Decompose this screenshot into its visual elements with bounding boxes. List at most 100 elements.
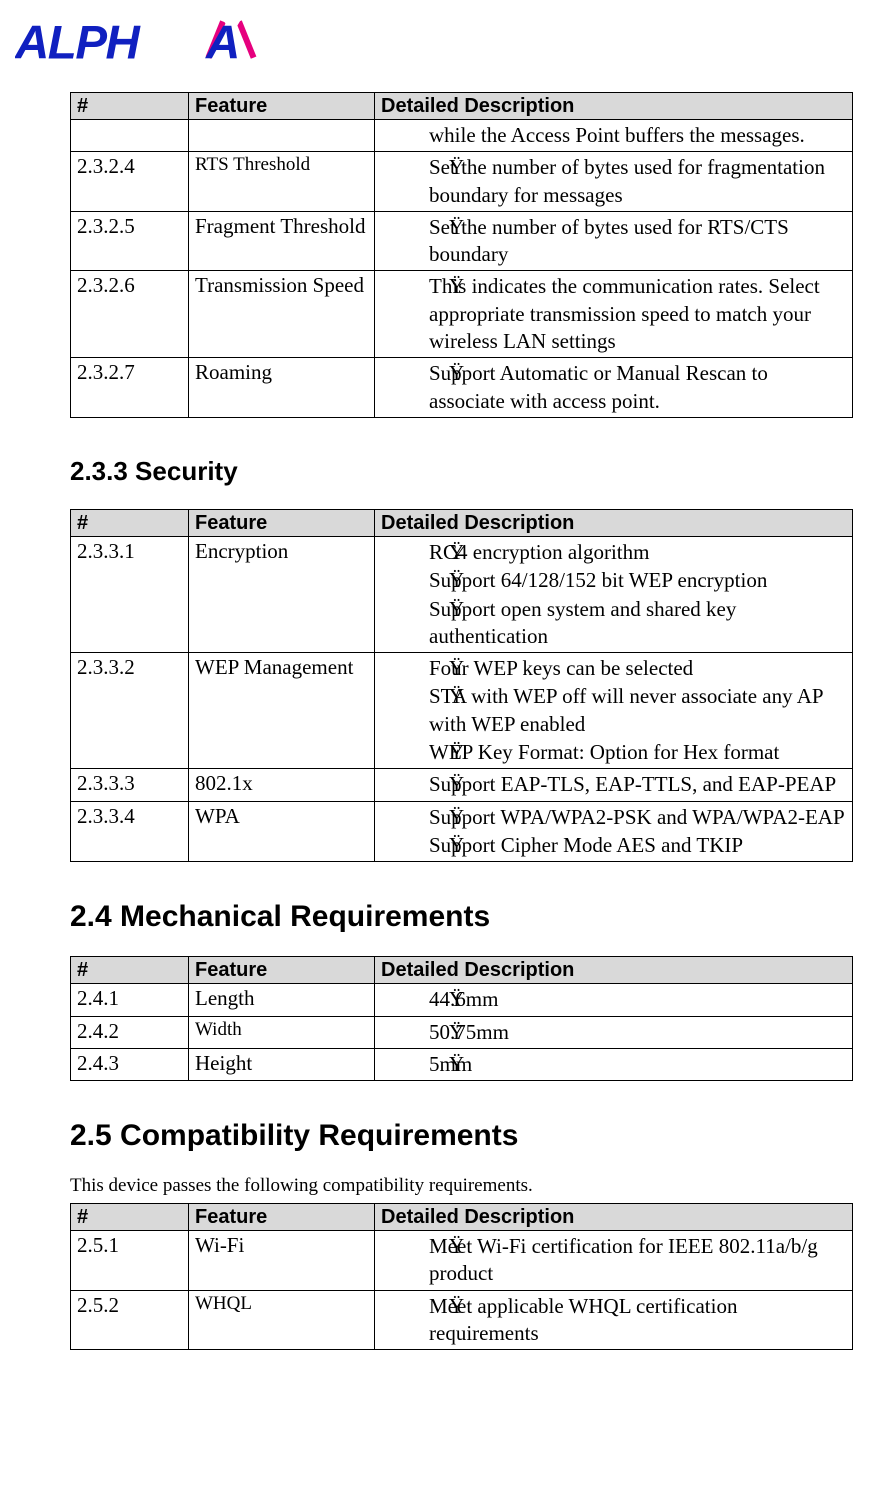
cell-description: Set the number of bytes used for fragmen… <box>375 152 853 212</box>
description-item: Support open system and shared key authe… <box>429 596 846 652</box>
cell-description: Meet Wi-Fi certification for IEEE 802.11… <box>375 1231 853 1291</box>
col-header-feature: Feature <box>189 509 375 536</box>
cell-description: This indicates the communication rates. … <box>375 271 853 358</box>
cell-number: 2.3.3.1 <box>71 536 189 652</box>
description-item: WEP Key Format: Option for Hex format <box>429 739 846 767</box>
col-header-feature: Feature <box>189 957 375 984</box>
cell-feature: 802.1x <box>189 769 375 801</box>
description-item: while the Access Point buffers the messa… <box>429 122 846 150</box>
table-row: 2.5.1Wi-Fi Meet Wi-Fi certification for I… <box>71 1231 853 1291</box>
feature-table-compatibility: # Feature Detailed Description 2.5.1Wi-F… <box>70 1203 853 1350</box>
table-row: 2.4.3Height 5mm <box>71 1048 853 1080</box>
table-header-row: # Feature Detailed Description <box>71 1204 853 1231</box>
cell-number: 2.3.3.4 <box>71 801 189 862</box>
description-item: Support WPA/WPA2-PSK and WPA/WPA2-EAP <box>429 804 846 832</box>
cell-feature: RTS Threshold <box>189 152 375 212</box>
col-header-feature: Feature <box>189 1204 375 1231</box>
cell-description: Support EAP-TLS, EAP-TTLS, and EAP-PEAP <box>375 769 853 801</box>
cell-description: Four WEP keys can be selectedSTA with WE… <box>375 653 853 769</box>
col-header-num: # <box>71 509 189 536</box>
table-header-row: # Feature Detailed Description <box>71 957 853 984</box>
description-item: Set the number of bytes used for RTS/CTS… <box>429 214 846 270</box>
col-header-num: # <box>71 1204 189 1231</box>
col-header-desc: Detailed Description <box>375 93 853 120</box>
col-header-num: # <box>71 957 189 984</box>
cell-number: 2.3.2.7 <box>71 358 189 418</box>
description-item: Four WEP keys can be selected <box>429 655 846 683</box>
cell-description: 44.6mm <box>375 984 853 1016</box>
description-item: Support Automatic or Manual Rescan to as… <box>429 360 846 416</box>
col-header-feature: Feature <box>189 93 375 120</box>
description-item: 44.6mm <box>429 986 846 1014</box>
col-header-desc: Detailed Description <box>375 957 853 984</box>
description-item: Support 64/128/152 bit WEP encryption <box>429 567 846 595</box>
cell-feature: WHQL <box>189 1290 375 1350</box>
cell-number: 2.4.2 <box>71 1016 189 1048</box>
cell-feature: Width <box>189 1016 375 1048</box>
description-item: Meet Wi-Fi certification for IEEE 802.11… <box>429 1233 846 1289</box>
feature-table-mechanical: # Feature Detailed Description 2.4.1Leng… <box>70 956 853 1081</box>
table-row: 2.3.2.5Fragment Threshold Set the number … <box>71 211 853 271</box>
section-heading-security: 2.3.3 Security <box>70 456 853 487</box>
cell-number: 2.3.3.3 <box>71 769 189 801</box>
section-heading-mechanical: 2.4 Mechanical Requirements <box>70 900 853 934</box>
cell-description: 5mm <box>375 1048 853 1080</box>
description-item: Support EAP-TLS, EAP-TTLS, and EAP-PEAP <box>429 771 846 799</box>
cell-number: 2.4.1 <box>71 984 189 1016</box>
cell-feature: WPA <box>189 801 375 862</box>
table-header-row: # Feature Detailed Description <box>71 93 853 120</box>
cell-description: Set the number of bytes used for RTS/CTS… <box>375 211 853 271</box>
table-header-row: # Feature Detailed Description <box>71 509 853 536</box>
svg-text:ALPH: ALPH <box>15 17 142 70</box>
cell-feature: Encryption <box>189 536 375 652</box>
section-heading-compatibility: 2.5 Compatibility Requirements <box>70 1119 853 1153</box>
cell-feature: Fragment Threshold <box>189 211 375 271</box>
col-header-desc: Detailed Description <box>375 509 853 536</box>
description-item: This indicates the communication rates. … <box>429 273 846 356</box>
cell-number: 2.5.2 <box>71 1290 189 1350</box>
table-row: 2.3.3.1EncryptionRC4 encryption algorith… <box>71 536 853 652</box>
feature-table-security: # Feature Detailed Description 2.3.3.1En… <box>70 509 853 862</box>
cell-description: Support WPA/WPA2-PSK and WPA/WPA2-EAPSup… <box>375 801 853 862</box>
description-item: Meet applicable WHQL certification requi… <box>429 1293 846 1349</box>
feature-table-radio: # Feature Detailed Description while the… <box>70 92 853 418</box>
col-header-desc: Detailed Description <box>375 1204 853 1231</box>
cell-number: 2.5.1 <box>71 1231 189 1291</box>
cell-number: 2.3.3.2 <box>71 653 189 769</box>
table-row: 2.3.2.7Roaming Support Automatic or Manua… <box>71 358 853 418</box>
col-header-num: # <box>71 93 189 120</box>
description-item: Set the number of bytes used for fragmen… <box>429 154 846 210</box>
cell-feature: Length <box>189 984 375 1016</box>
cell-number: 2.3.2.4 <box>71 152 189 212</box>
table-row: while the Access Point buffers the messa… <box>71 120 853 152</box>
cell-feature: Height <box>189 1048 375 1080</box>
description-item: Support Cipher Mode AES and TKIP <box>429 832 846 860</box>
compatibility-intro: This device passes the following compati… <box>70 1175 853 1197</box>
table-row: 2.4.2Width 50.75mm <box>71 1016 853 1048</box>
cell-description: Support Automatic or Manual Rescan to as… <box>375 358 853 418</box>
description-item: RC4 encryption algorithm <box>429 539 846 567</box>
description-item: 50.75mm <box>429 1019 846 1047</box>
cell-number: 2.3.2.5 <box>71 211 189 271</box>
table-row: 2.3.3.3802.1x Support EAP-TLS, EAP-TTLS, … <box>71 769 853 801</box>
svg-text:A: A <box>205 17 239 70</box>
table-row: 2.4.1Length 44.6mm <box>71 984 853 1016</box>
cell-number: 2.4.3 <box>71 1048 189 1080</box>
cell-description: 50.75mm <box>375 1016 853 1048</box>
cell-number <box>71 120 189 152</box>
cell-feature <box>189 120 375 152</box>
table-row: 2.3.2.6Transmission SpeedThis indicates … <box>71 271 853 358</box>
table-row: 2.5.2WHQL Meet applicable WHQL certificat… <box>71 1290 853 1350</box>
cell-feature: Roaming <box>189 358 375 418</box>
description-item: 5mm <box>429 1051 846 1079</box>
cell-feature: WEP Management <box>189 653 375 769</box>
cell-number: 2.3.2.6 <box>71 271 189 358</box>
cell-description: while the Access Point buffers the messa… <box>375 120 853 152</box>
cell-feature: Wi-Fi <box>189 1231 375 1291</box>
table-row: 2.3.3.2WEP ManagementFour WEP keys can b… <box>71 653 853 769</box>
description-item: STA with WEP off will never associate an… <box>429 683 846 739</box>
table-row: 2.3.2.4RTS Threshold Set the number of by… <box>71 152 853 212</box>
alpha-logo: ALPH A <box>15 12 853 78</box>
cell-description: RC4 encryption algorithmSupport 64/128/1… <box>375 536 853 652</box>
table-row: 2.3.3.4WPASupport WPA/WPA2-PSK and WPA/W… <box>71 801 853 862</box>
